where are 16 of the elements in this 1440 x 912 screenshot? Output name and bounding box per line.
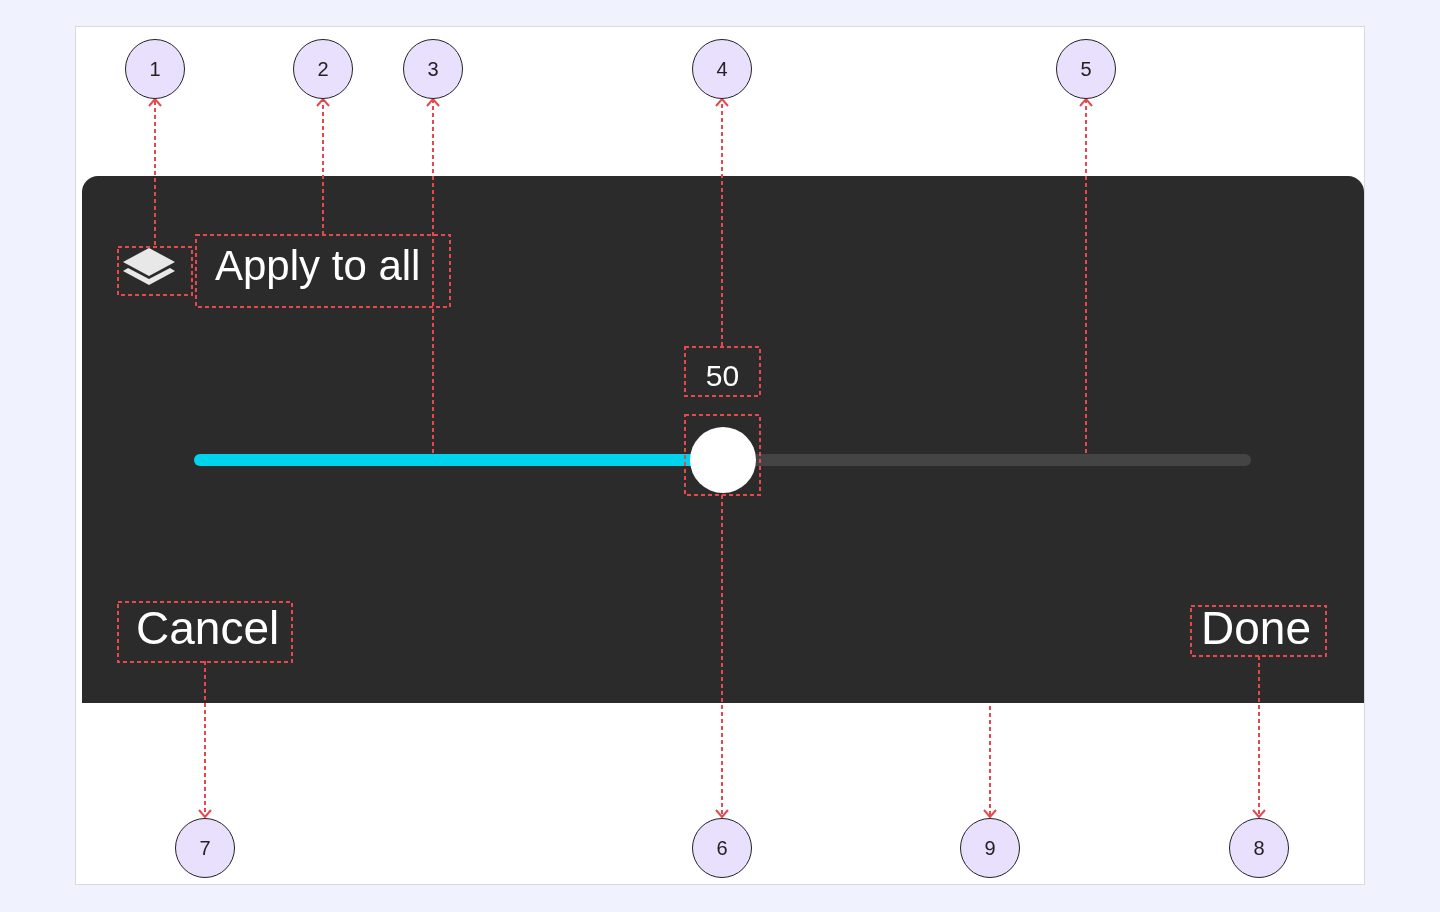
callout-number: 5: [1056, 39, 1116, 99]
done-button[interactable]: Done: [1201, 601, 1311, 657]
slider-value: 50: [705, 358, 740, 394]
dialog-title: Apply to all: [215, 244, 421, 289]
callout-number: 6: [692, 818, 752, 878]
callout-number: 8: [1229, 818, 1289, 878]
slider-thumb[interactable]: [689, 427, 756, 493]
callout-number: 1: [125, 39, 185, 99]
slider-track[interactable]: [194, 454, 1251, 466]
layers-icon: [121, 246, 177, 287]
callout-number: 2: [293, 39, 353, 99]
callout-number: 3: [403, 39, 463, 99]
callout-number: 4: [692, 39, 752, 99]
cancel-button[interactable]: Cancel: [136, 601, 280, 657]
callout-number: 9: [960, 818, 1020, 878]
callout-number: 7: [175, 818, 235, 878]
